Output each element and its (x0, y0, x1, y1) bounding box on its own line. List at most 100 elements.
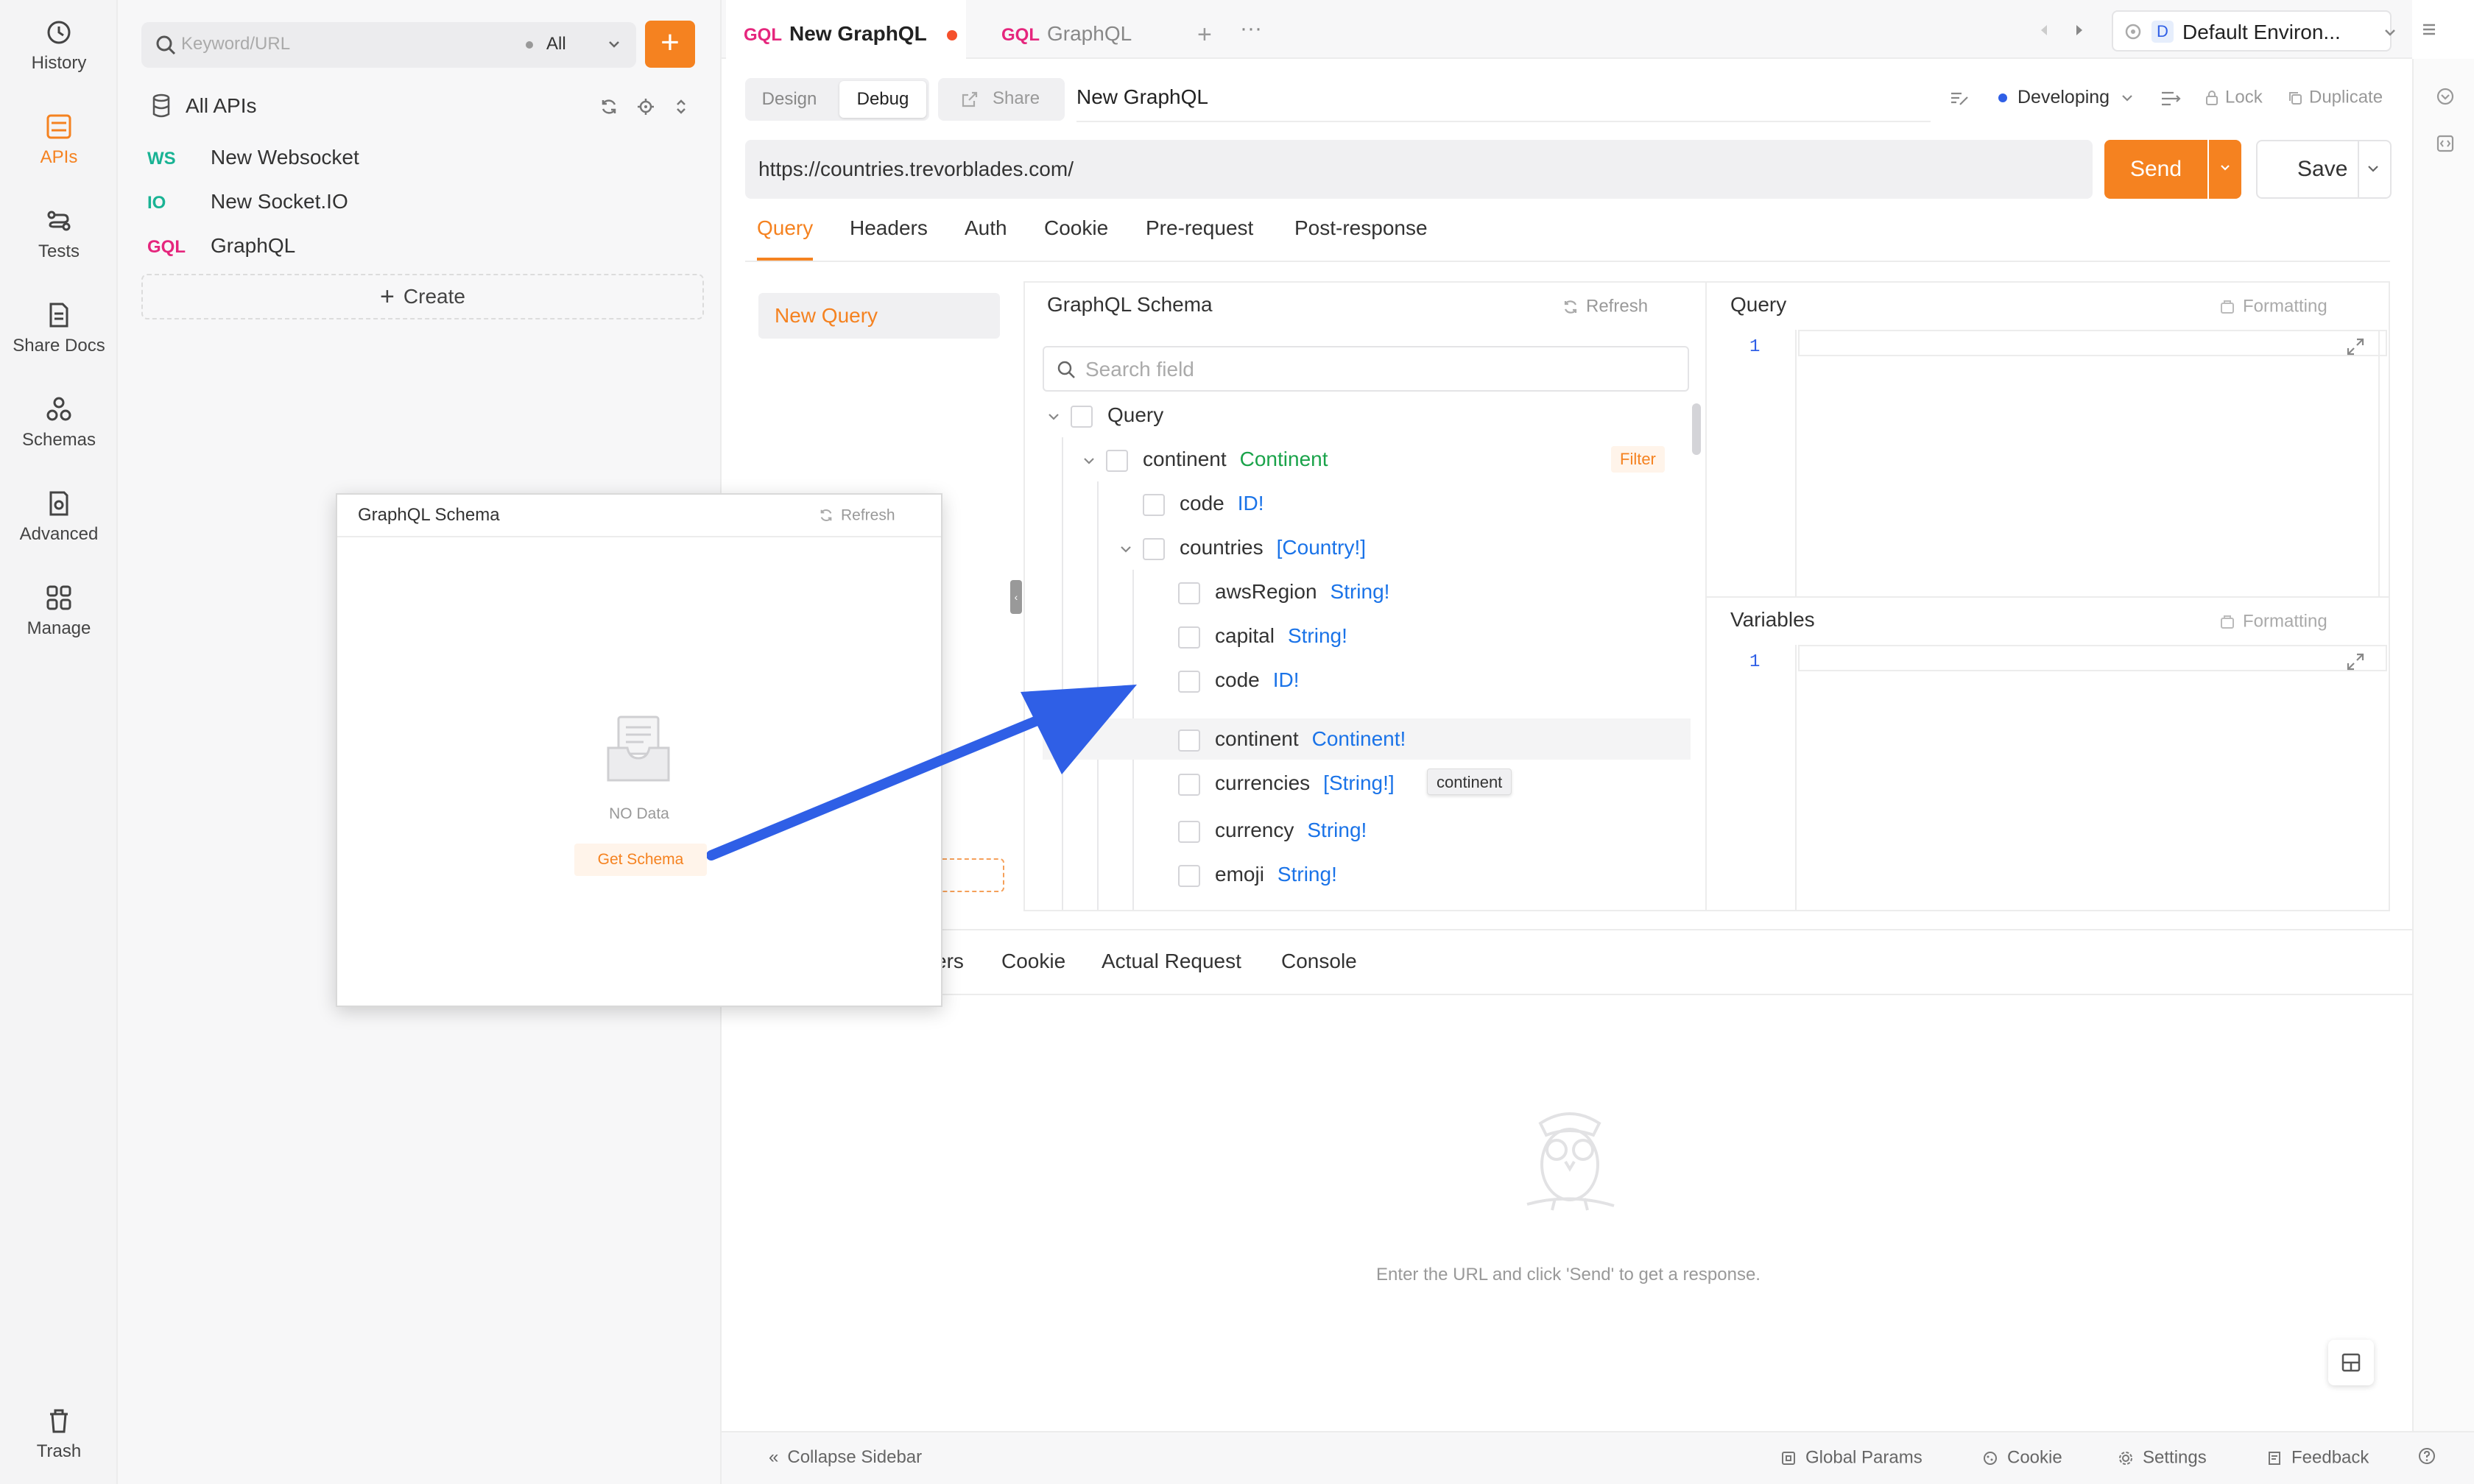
checkbox[interactable] (1178, 773, 1200, 796)
filter-dot-icon (526, 41, 533, 49)
expand-icon[interactable] (2346, 652, 2365, 671)
editor-split (1707, 596, 2390, 598)
create-button[interactable]: + Create (141, 274, 704, 319)
checkbox[interactable] (1071, 405, 1093, 428)
response-tab-console[interactable]: Console (1281, 950, 1357, 973)
sync-icon[interactable] (599, 97, 618, 116)
rail-item-manage[interactable]: Manage (0, 583, 118, 639)
rail-item-schemas[interactable]: Schemas (0, 395, 118, 451)
nav-forward-icon[interactable] (2073, 24, 2085, 37)
tab-graphql[interactable]: GQL GraphQL (984, 0, 1190, 59)
nav-back-icon[interactable] (2038, 24, 2050, 37)
variables-editor-input[interactable] (1798, 645, 2387, 671)
schema-row-countries[interactable]: countries [Country!] (1119, 526, 1366, 570)
schema-row-code[interactable]: code ID! (1178, 658, 1300, 702)
checkbox[interactable] (1143, 537, 1165, 560)
schema-row-currencies[interactable]: currencies [String!] (1178, 761, 1395, 805)
checkbox[interactable] (1106, 449, 1128, 472)
api-item-socketio[interactable]: IO New Socket.IO (147, 181, 348, 222)
design-tab[interactable]: Design (748, 81, 831, 118)
save-button[interactable]: Save (2256, 140, 2392, 199)
rail-item-tests[interactable]: Tests (0, 206, 118, 262)
get-schema-button[interactable]: Get Schema (574, 844, 707, 876)
chevron-down-icon[interactable] (1119, 543, 1132, 556)
checkbox[interactable] (1178, 670, 1200, 693)
tab-auth[interactable]: Auth (965, 216, 1007, 261)
feedback-button[interactable]: Feedback (2266, 1447, 2369, 1469)
chevron-down-icon[interactable] (1047, 410, 1060, 423)
share-button[interactable]: Share (938, 78, 1065, 121)
refresh-icon (1564, 300, 1577, 314)
expand-icon[interactable] (2346, 337, 2365, 356)
api-info-icon[interactable] (2436, 87, 2455, 106)
query-formatting-button[interactable]: Formatting (2219, 296, 2327, 317)
schema-row-code[interactable]: code ID! (1143, 481, 1264, 526)
popup-refresh-button[interactable]: Refresh (819, 506, 895, 524)
lock-button[interactable]: Lock (2205, 87, 2263, 108)
cookie-button[interactable]: Cookie (1982, 1447, 2062, 1469)
layout-toggle-button[interactable] (2328, 1340, 2374, 1385)
query-list-item[interactable]: New Query (758, 293, 1000, 339)
query-editor-input[interactable] (1798, 330, 2387, 356)
rail-item-apis[interactable]: APIs (0, 112, 118, 168)
response-tab-actual-request[interactable]: Actual Request (1102, 950, 1241, 973)
duplicate-button[interactable]: Duplicate (2287, 87, 2383, 108)
expand-collapse-icon[interactable] (672, 97, 691, 116)
all-apis-label[interactable]: All APIs (186, 94, 256, 118)
edit-description-icon[interactable] (1950, 90, 1969, 107)
filter-button[interactable]: Filter (1611, 446, 1665, 473)
send-options-button[interactable] (2209, 140, 2241, 199)
checkbox[interactable] (1178, 626, 1200, 649)
rail-item-advanced[interactable]: Advanced (0, 489, 118, 545)
tab-post-response[interactable]: Post-response (1294, 216, 1428, 261)
api-item-websocket[interactable]: WS New Websocket (147, 137, 359, 178)
code-icon[interactable] (2436, 134, 2455, 153)
rail-item-trash[interactable]: Trash (0, 1406, 118, 1462)
schema-row-continent[interactable]: continent Continent! (1178, 717, 1406, 761)
schema-row-query[interactable]: Query (1047, 393, 1163, 437)
environment-select[interactable]: D Default Environ... (2112, 10, 2395, 52)
schema-row-continent[interactable]: continent Continent Filter (1082, 437, 1698, 481)
tab-cookie[interactable]: Cookie (1044, 216, 1108, 261)
global-params-button[interactable]: Global Params (1780, 1447, 1923, 1469)
checkbox[interactable] (1178, 864, 1200, 887)
add-api-button[interactable]: + (645, 21, 695, 68)
url-input[interactable]: https://countries.trevorblades.com/ (745, 140, 2093, 199)
chevron-down-icon[interactable] (1082, 454, 1096, 467)
tab-pre-request[interactable]: Pre-request (1146, 216, 1253, 261)
chevron-down-icon[interactable] (2366, 162, 2380, 175)
more-icon[interactable]: ··· (1240, 16, 1262, 41)
collapse-sidebar-button[interactable]: «Collapse Sidebar (769, 1447, 922, 1468)
rail-item-history[interactable]: History (0, 18, 118, 74)
schema-row-awsregion[interactable]: awsRegion String! (1178, 570, 1389, 614)
align-icon[interactable] (2160, 90, 2181, 107)
tab-query[interactable]: Query (757, 216, 814, 261)
variables-formatting-button[interactable]: Formatting (2219, 611, 2327, 632)
debug-tab[interactable]: Debug (839, 81, 926, 118)
schema-row-emoji[interactable]: emoji String! (1178, 852, 1337, 897)
help-icon[interactable] (2418, 1447, 2436, 1465)
rail-item-share-docs[interactable]: Share Docs (0, 300, 118, 356)
checkbox[interactable] (1143, 493, 1165, 516)
api-item-graphql[interactable]: GQL GraphQL (147, 225, 295, 266)
request-name-input[interactable]: New GraphQL (1076, 85, 1208, 109)
send-button[interactable]: Send (2104, 140, 2207, 199)
schema-row-capital[interactable]: capital String! (1178, 614, 1347, 658)
tab-new-graphql[interactable]: GQL New GraphQL (726, 0, 966, 59)
new-tab-plus-icon[interactable]: + (1197, 22, 1212, 47)
response-tab-cookie[interactable]: Cookie (1001, 950, 1065, 973)
checkbox[interactable] (1178, 729, 1200, 752)
api-search-input[interactable]: Keyword/URL All (141, 22, 636, 68)
settings-button[interactable]: Settings (2118, 1447, 2207, 1469)
locate-icon[interactable] (636, 97, 655, 116)
schema-search-input[interactable]: Search field (1043, 346, 1689, 392)
tab-headers[interactable]: Headers (850, 216, 928, 261)
status-select[interactable]: Developing (1998, 87, 2134, 113)
schema-refresh-button[interactable]: Refresh (1562, 296, 1648, 317)
menu-icon[interactable] (2421, 22, 2437, 37)
collapse-handle-icon[interactable]: ‹ (1010, 580, 1022, 614)
checkbox[interactable] (1178, 582, 1200, 604)
checkbox[interactable] (1178, 820, 1200, 843)
schema-row-currency[interactable]: currency String! (1178, 808, 1367, 852)
filter-select[interactable]: All (546, 34, 566, 54)
